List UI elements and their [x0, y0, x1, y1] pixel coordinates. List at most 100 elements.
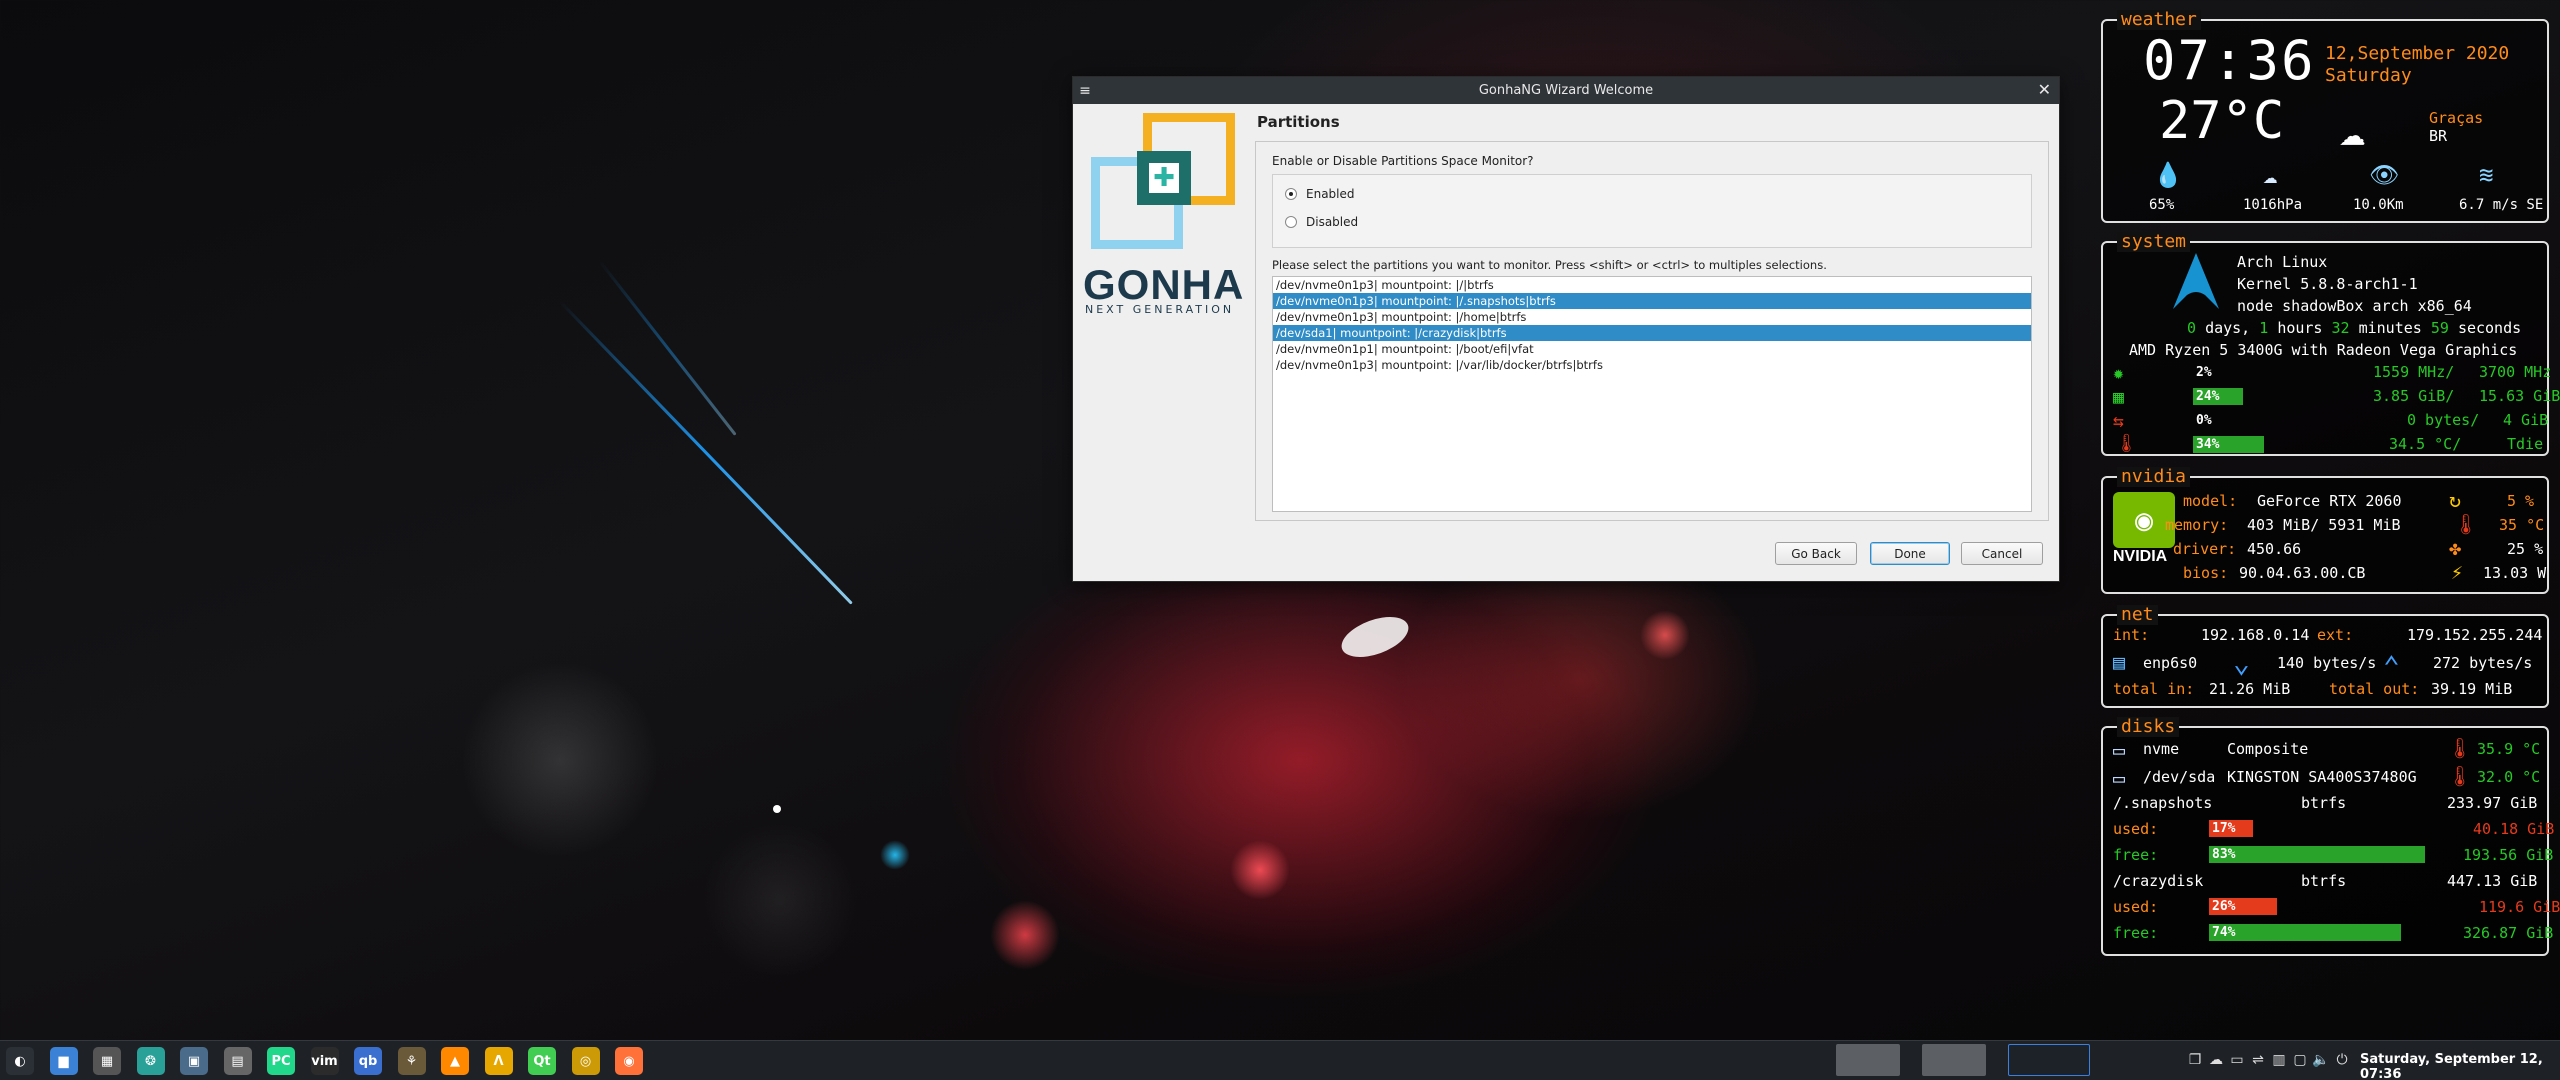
- network-card-icon: ▤: [2113, 650, 2126, 674]
- kernel: Kernel 5.8.8-arch1-1: [2237, 275, 2418, 293]
- used-label: used:: [2113, 898, 2159, 916]
- cloud-icon[interactable]: ☁: [2207, 1051, 2225, 1069]
- vlc-icon[interactable]: ▲: [441, 1047, 469, 1075]
- printer-icon[interactable]: ▥: [2270, 1051, 2288, 1069]
- drive-temp: 35.9 °C: [2477, 740, 2541, 758]
- pressure-value: 1016hPa: [2243, 197, 2303, 213]
- cpu-freq: 1559 MHz/: [2373, 363, 2455, 381]
- firefox-icon[interactable]: ◉: [615, 1047, 643, 1075]
- list-item[interactable]: /dev/nvme0n1p1| mountpoint: |/boot/efi|v…: [1273, 341, 2031, 357]
- close-icon[interactable]: ✕: [2038, 80, 2051, 99]
- conky-nvidia: nvidia ◉ NVIDIA model: GeForce RTX 2060 …: [2101, 467, 2549, 594]
- pycharm-icon[interactable]: PC: [267, 1047, 295, 1075]
- free-bar: 83%: [2209, 846, 2425, 863]
- list-item[interactable]: /dev/sda1| mountpoint: |/crazydisk|btrfs: [1273, 325, 2031, 341]
- gpu-power: 13.03 W: [2483, 564, 2547, 582]
- list-item[interactable]: /dev/nvme0n1p3| mountpoint: |/|btrfs: [1273, 277, 2031, 293]
- screenshot-icon[interactable]: ❂: [136, 1047, 165, 1075]
- taskbar-clock[interactable]: Saturday, September 12, 07:36: [2360, 1052, 2560, 1080]
- cpu-usage-bar: 2%: [2196, 365, 2212, 380]
- radio-dot-icon[interactable]: [1285, 216, 1297, 228]
- cpu-freq-max: 3700 MHz: [2479, 363, 2552, 381]
- gnome-disk-icon[interactable]: ◎: [571, 1047, 600, 1075]
- nvidia-logo-text: NVIDIA: [2113, 548, 2168, 565]
- calculator-icon[interactable]: ▦: [93, 1047, 121, 1075]
- list-item[interactable]: /dev/nvme0n1p3| mountpoint: |/.snapshots…: [1273, 293, 2031, 309]
- wizard-content: Partitions Enable or Disable Partitions …: [1255, 105, 2049, 571]
- visibility-value: 10.0Km: [2353, 197, 2404, 213]
- qt-creator-icon[interactable]: Qt: [528, 1047, 556, 1075]
- radio-enabled[interactable]: Enabled: [1285, 187, 1355, 201]
- swap-total: 4 GiB: [2503, 411, 2549, 429]
- net-total-in-label: total in:: [2113, 680, 2195, 698]
- weather-time: 07:36: [2143, 29, 2316, 92]
- net-total-in: 21.26 MiB: [2209, 680, 2291, 698]
- gpu-util: 5 %: [2507, 492, 2535, 510]
- weather-date: 12,September 2020: [2325, 43, 2510, 64]
- gpu-fan: 25 %: [2507, 540, 2544, 558]
- memory-used: 3.85 GiB/: [2373, 387, 2455, 405]
- taskbar-window-preview[interactable]: [1922, 1044, 1986, 1076]
- nvidia-driver: 450.66: [2247, 540, 2302, 558]
- swap-icon: ⇆: [2113, 411, 2124, 432]
- radio-disabled[interactable]: Disabled: [1285, 215, 1358, 229]
- conky-net: net int: 192.168.0.14 ext: 179.152.255.2…: [2101, 605, 2549, 708]
- done-button[interactable]: Done: [1870, 542, 1950, 565]
- node: node shadowBox arch x86_64: [2237, 297, 2472, 315]
- window-switch-icon[interactable]: ❐: [2186, 1051, 2204, 1069]
- usb-icon[interactable]: ⇌: [2249, 1051, 2267, 1069]
- mount-size: 447.13 GiB: [2447, 872, 2538, 890]
- start-menu-icon[interactable]: ◐: [6, 1047, 34, 1075]
- logo-brand: GONHA: [1083, 261, 1245, 308]
- alacritty-icon[interactable]: Λ: [484, 1047, 513, 1075]
- drive-model: KINGSTON SA400S37480G: [2227, 768, 2417, 786]
- list-item[interactable]: /dev/nvme0n1p3| mountpoint: |/var/lib/do…: [1273, 357, 2031, 373]
- cancel-button[interactable]: Cancel: [1961, 542, 2043, 565]
- radio-dot-icon[interactable]: [1285, 188, 1297, 200]
- drive-temp: 32.0 °C: [2477, 768, 2541, 786]
- drive-icon[interactable]: ▭: [2228, 1051, 2246, 1069]
- nvidia-driver-label: driver:: [2173, 540, 2237, 558]
- weather-legend: weather: [2117, 10, 2201, 30]
- vim-icon[interactable]: vim: [310, 1047, 339, 1075]
- file-manager-icon[interactable]: ▆: [49, 1047, 78, 1075]
- net-ext-label: ext:: [2317, 626, 2354, 644]
- mount-size: 233.97 GiB: [2447, 794, 2538, 812]
- chat-icon[interactable]: ▢: [2291, 1051, 2309, 1069]
- partitions-list[interactable]: /dev/nvme0n1p3| mountpoint: |/|btrfs /de…: [1272, 276, 2032, 512]
- wind-icon: ≋: [2479, 161, 2494, 189]
- drive-dev: /dev/sda: [2143, 768, 2216, 786]
- drive-icon: ▭: [2113, 766, 2126, 790]
- qbittorrent-icon[interactable]: qb: [354, 1047, 382, 1075]
- net-down: 140 bytes/s: [2277, 654, 2377, 672]
- wallpaper-glow: [1640, 610, 1690, 660]
- nvidia-memory-label: memory:: [2165, 516, 2229, 534]
- swap-usage-bar: 0%: [2196, 413, 2212, 428]
- plus-icon: ✚: [1149, 163, 1179, 193]
- go-back-button[interactable]: Go Back: [1775, 542, 1857, 565]
- used-label: used:: [2113, 820, 2159, 838]
- list-item[interactable]: /dev/nvme0n1p3| mountpoint: |/home|btrfs: [1273, 309, 2031, 325]
- weather-city: Graças: [2429, 109, 2484, 127]
- cpu-model: AMD Ryzen 5 3400G with Radeon Vega Graph…: [2129, 341, 2518, 359]
- system-legend: system: [2117, 232, 2191, 252]
- dialog-titlebar[interactable]: ≡ GonhaNG Wizard Welcome ✕: [1073, 77, 2059, 104]
- drive-temp-icon: 🌡: [2447, 736, 2473, 760]
- taskbar-window-preview-active[interactable]: [2008, 1044, 2090, 1076]
- volume-icon[interactable]: 🔈: [2312, 1051, 2330, 1069]
- window-menu-icon[interactable]: ≡: [1073, 83, 1097, 99]
- wallpaper-glow: [880, 840, 910, 870]
- wallpaper-light-streak: [598, 260, 737, 436]
- wallpaper-glow: [1230, 840, 1290, 900]
- gpu-temp-icon: 🌡: [2453, 512, 2479, 536]
- wallpaper-glow: [990, 900, 1060, 970]
- net-iface: enp6s0: [2143, 654, 2198, 672]
- disk-utility-icon[interactable]: ▤: [223, 1047, 252, 1075]
- power-icon[interactable]: ⏻: [2333, 1051, 2351, 1069]
- image-viewer-icon[interactable]: ▣: [180, 1047, 208, 1075]
- conky-weather: weather 07:36 12,September 2020 Saturday…: [2101, 10, 2549, 223]
- logo-square-teal: ✚: [1137, 151, 1191, 205]
- taskbar-window-preview[interactable]: [1836, 1044, 1900, 1076]
- gimp-icon[interactable]: ⚘: [397, 1047, 426, 1075]
- download-icon: ⌄: [2233, 646, 2250, 679]
